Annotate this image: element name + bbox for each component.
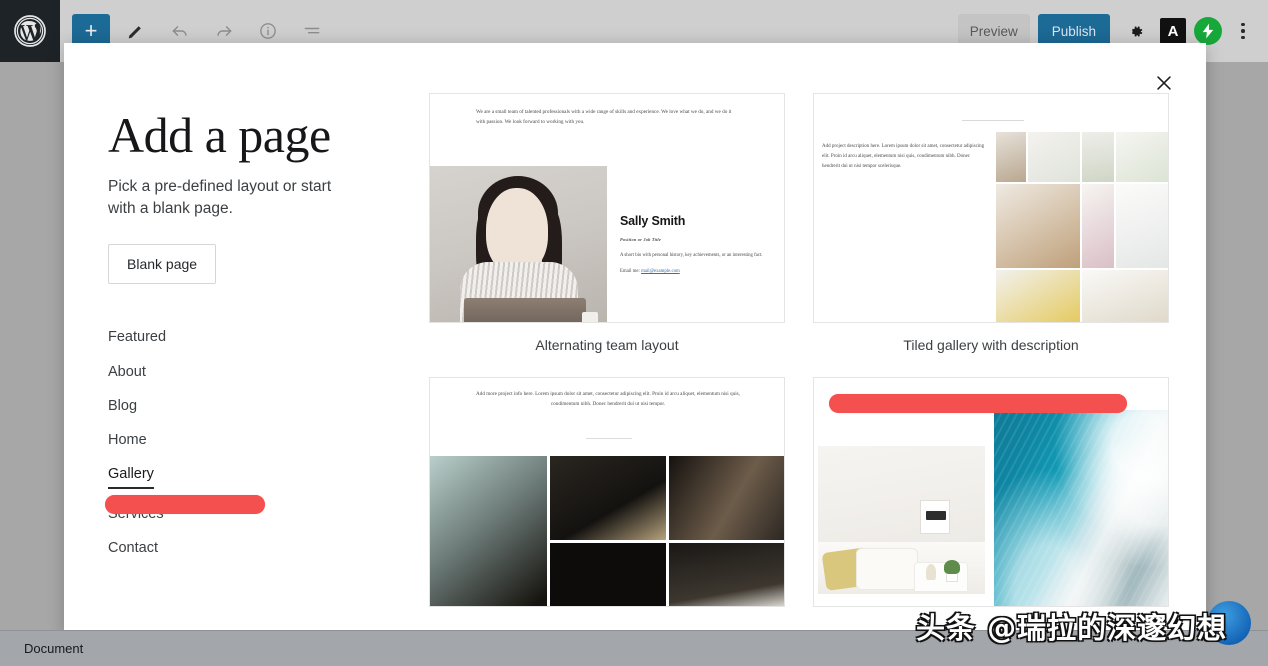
modal-body: Add a page Pick a pre-defined layout or … bbox=[64, 43, 1206, 634]
gallery-tile bbox=[1082, 184, 1114, 268]
photo-shape bbox=[944, 560, 960, 574]
template-caption: Alternating team layout bbox=[535, 337, 679, 353]
email-prefix: Email me: bbox=[620, 269, 642, 275]
gallery-tile bbox=[996, 132, 1026, 182]
nav-label: About bbox=[108, 363, 146, 380]
gallery-tile bbox=[996, 184, 1080, 268]
screen-root: + Preview Publish A Add a page Pick a pr… bbox=[0, 0, 1268, 666]
bedroom-photo bbox=[818, 446, 985, 594]
gallery-tile bbox=[430, 456, 547, 606]
nav-label: Featured bbox=[108, 329, 167, 346]
gallery-tile bbox=[669, 543, 784, 606]
nav-item-contact[interactable]: Contact bbox=[108, 531, 408, 565]
blank-page-button[interactable]: Blank page bbox=[108, 244, 217, 285]
nav-item-gallery[interactable]: Gallery bbox=[108, 457, 154, 497]
kebab-menu-icon[interactable] bbox=[1230, 14, 1256, 48]
email-link[interactable]: mail@example.com bbox=[641, 269, 680, 274]
nav-label: Home bbox=[108, 431, 147, 448]
gallery-tile bbox=[1028, 132, 1080, 182]
wordpress-logo-icon[interactable] bbox=[0, 0, 60, 62]
page-subtitle: Pick a pre-defined layout or start with … bbox=[108, 177, 332, 217]
add-page-modal: Add a page Pick a pre-defined layout or … bbox=[64, 43, 1206, 634]
plus-icon: + bbox=[84, 18, 98, 43]
nav-label: Contact bbox=[108, 540, 158, 557]
nav-item-blog[interactable]: Blog bbox=[108, 389, 408, 423]
template-caption: Tiled gallery with description bbox=[903, 337, 1079, 353]
divider bbox=[586, 438, 632, 439]
redaction-marker-card-caption bbox=[829, 394, 1127, 413]
template-grid: We are a small team of talented professi… bbox=[429, 93, 1169, 621]
template-preview[interactable]: Add more project info here. Lorem ipsum … bbox=[429, 377, 785, 607]
gallery-tile bbox=[1116, 184, 1168, 268]
nav-item-home[interactable]: Home bbox=[108, 423, 408, 457]
person-email-line: Email me: mail@example.com bbox=[620, 269, 778, 274]
template-card-ocean-bedroom[interactable] bbox=[813, 377, 1169, 621]
site-health-icon[interactable] bbox=[1194, 17, 1222, 45]
nav-item-about[interactable]: About bbox=[108, 355, 408, 389]
photo-shape bbox=[994, 410, 1168, 606]
tiled-gallery bbox=[996, 132, 1168, 322]
person-name: Sally Smith bbox=[620, 214, 686, 228]
category-nav: Featured About Blog Home Gallery Service… bbox=[108, 320, 408, 565]
person-bio: A short bio with personal history, key a… bbox=[620, 253, 763, 258]
ocean-photo bbox=[994, 410, 1168, 606]
divider bbox=[962, 120, 1024, 121]
watermark-text: 头条 @瑞拉的深邃幻想 bbox=[916, 611, 1228, 645]
template-preview[interactable]: Add project description here. Lorem ipsu… bbox=[813, 93, 1169, 323]
template-card-alternating-team[interactable]: We are a small team of talented professi… bbox=[429, 93, 785, 353]
active-underline bbox=[108, 487, 154, 490]
gallery-tile bbox=[1082, 132, 1114, 182]
template-intro-text: We are a small team of talented professi… bbox=[476, 109, 732, 125]
person-role: Position or Job Title bbox=[620, 237, 661, 242]
gallery-tile bbox=[549, 456, 667, 540]
nav-label: Gallery bbox=[108, 465, 154, 482]
person-photo bbox=[430, 166, 607, 322]
template-preview[interactable]: We are a small team of talented professi… bbox=[429, 93, 785, 323]
gallery-tile bbox=[1116, 132, 1168, 182]
person-details: Sally Smith Position or Job Title A shor… bbox=[620, 214, 778, 274]
gallery-tile bbox=[1082, 270, 1168, 322]
photo-shape bbox=[464, 298, 586, 322]
nav-item-featured[interactable]: Featured bbox=[108, 320, 408, 354]
gallery-tile bbox=[669, 456, 784, 540]
jetpack-badge-icon[interactable]: A bbox=[1160, 18, 1186, 44]
photo-shape bbox=[926, 564, 936, 580]
photo-shape bbox=[920, 500, 950, 534]
redaction-marker-nav bbox=[105, 495, 265, 514]
breadcrumb: Document bbox=[24, 641, 84, 656]
template-description-text: Add project description here. Lorem ipsu… bbox=[822, 144, 985, 169]
template-card-tiled-gallery[interactable]: Add project description here. Lorem ipsu… bbox=[813, 93, 1169, 353]
photo-shape bbox=[582, 312, 598, 322]
template-grid-pane: We are a small team of talented professi… bbox=[429, 93, 1169, 634]
template-description-text: Add more project info here. Lorem ipsum … bbox=[476, 391, 740, 407]
page-title: Add a page bbox=[108, 107, 331, 163]
gallery-tile bbox=[549, 543, 667, 606]
nav-label: Blog bbox=[108, 397, 138, 414]
gallery-tile bbox=[996, 270, 1080, 322]
dark-photo-grid bbox=[430, 456, 784, 606]
template-card-project-info[interactable]: Add more project info here. Lorem ipsum … bbox=[429, 377, 785, 621]
photo-shape bbox=[946, 573, 958, 582]
photo-shape bbox=[856, 548, 918, 590]
